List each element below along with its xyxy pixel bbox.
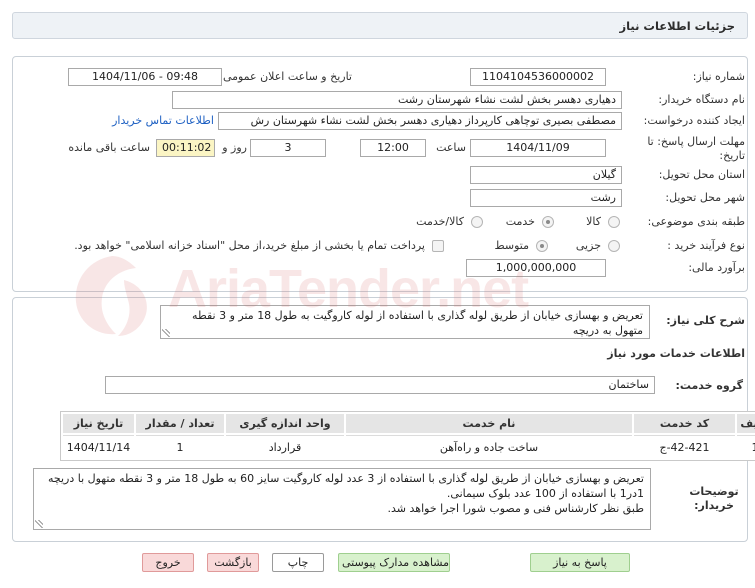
classification-option-goods[interactable]: کالا: [586, 215, 620, 228]
radio-minor-label: جزیی: [575, 239, 601, 252]
cell-date: 1404/11/14: [63, 435, 134, 458]
print-button[interactable]: چاپ: [272, 553, 324, 572]
radio-medium-label: متوسط: [494, 239, 529, 252]
need-number-label: شماره نیاز:: [692, 70, 745, 83]
remaining-time-field[interactable]: 00:11:02: [156, 139, 215, 157]
process-option-medium[interactable]: متوسط: [494, 239, 548, 252]
radio-goods-service-label: کالا/خدمت: [416, 215, 464, 228]
need-details-page: جزئیات اطلاعات نیاز شماره نیاز: 11041045…: [0, 0, 755, 588]
resize-grip[interactable]: [35, 520, 43, 528]
radio-service[interactable]: [542, 215, 554, 228]
page-title: جزئیات اطلاعات نیاز: [619, 19, 735, 33]
radio-medium[interactable]: [536, 239, 548, 252]
exit-button[interactable]: خروج: [142, 553, 194, 572]
back-button[interactable]: بازگشت: [207, 553, 259, 572]
summary-textarea[interactable]: تعریض و بهسازی خیابان از طریق لوله گذاری…: [160, 305, 650, 339]
cell-code: ج-42-421: [634, 435, 735, 458]
cell-name: ساخت جاده و راه‌آهن: [346, 435, 632, 458]
treasury-checkbox[interactable]: [432, 239, 444, 252]
remaining-days-field[interactable]: 3: [250, 139, 326, 157]
buyer-org-label: نام دستگاه خریدار:: [658, 93, 745, 106]
buyer-contact-link[interactable]: اطلاعات تماس خریدار: [112, 114, 214, 128]
col-header-unit: واحد اندازه گیری: [226, 414, 344, 433]
buyer-org-field[interactable]: دهیاری دهسر بخش لشت نشاء شهرستان رشت: [172, 91, 622, 109]
page-header: جزئیات اطلاعات نیاز: [12, 12, 748, 39]
summary-label: شرح کلی نیاز:: [666, 314, 745, 327]
services-table: ردیف کد خدمت نام خدمت واحد اندازه گیری ت…: [60, 411, 755, 461]
col-header-quantity: تعداد / مقدار: [136, 414, 224, 433]
services-section-title: اطلاعات خدمات مورد نیاز: [607, 347, 745, 360]
province-label: استان محل تحویل:: [658, 168, 745, 181]
classification-option-goods-service[interactable]: کالا/خدمت: [416, 215, 483, 228]
buyer-notes-label: توضیحات خریدار:: [689, 485, 739, 512]
estimate-label: برآورد مالی:: [688, 261, 745, 274]
radio-goods-label: کالا: [586, 215, 601, 228]
services-table-body: 1 ج-42-421 ساخت جاده و راه‌آهن قرارداد 1…: [63, 435, 755, 458]
table-header-row: ردیف کد خدمت نام خدمت واحد اندازه گیری ت…: [63, 414, 755, 433]
need-number-field[interactable]: 1104104536000002: [470, 68, 606, 86]
city-label: شهر محل تحویل:: [665, 191, 745, 204]
radio-service-label: خدمت: [505, 215, 535, 228]
respond-button[interactable]: پاسخ به نیاز: [530, 553, 630, 572]
table-row: 1 ج-42-421 ساخت جاده و راه‌آهن قرارداد 1…: [63, 435, 755, 458]
deadline-date-field[interactable]: 1404/11/09: [470, 139, 606, 157]
classification-option-service[interactable]: خدمت: [506, 215, 554, 228]
deadline-time-label: ساعت: [436, 141, 466, 154]
resize-grip[interactable]: [162, 329, 170, 337]
classification-label: طبقه بندی موضوعی:: [647, 215, 745, 228]
service-group-label: گروه خدمت:: [675, 379, 743, 392]
service-group-field[interactable]: ساختمان: [105, 376, 655, 394]
process-label: نوع فرآیند خرید :: [667, 239, 745, 252]
radio-goods[interactable]: [608, 215, 620, 228]
radio-minor[interactable]: [608, 239, 620, 252]
cell-unit: قرارداد: [226, 435, 344, 458]
estimate-field[interactable]: 1,000,000,000: [466, 259, 606, 277]
cell-code-text: ج-42-421: [659, 440, 710, 454]
col-header-index: ردیف: [737, 414, 755, 433]
buyer-notes-textarea[interactable]: تعریض و بهسازی خیابان از طریق لوله گذاری…: [33, 468, 651, 530]
services-table-head: ردیف کد خدمت نام خدمت واحد اندازه گیری ت…: [63, 414, 755, 433]
treasury-checkbox-label: پرداخت تمام یا بخشی از مبلغ خرید،از محل …: [74, 239, 425, 252]
cell-quantity: 1: [136, 435, 224, 458]
announce-datetime-label: تاریخ و ساعت اعلان عمومی:: [219, 70, 352, 83]
announce-datetime-field[interactable]: 1404/11/06 - 09:48: [68, 68, 222, 86]
view-attachments-button[interactable]: مشاهده مدارک پیوستی (1): [338, 553, 450, 572]
deadline-time-field[interactable]: 12:00: [360, 139, 426, 157]
buyer-notes-text: تعریض و بهسازی خیابان از طریق لوله گذاری…: [47, 472, 644, 515]
requester-label: ایجاد کننده درخواست:: [643, 114, 745, 127]
treasury-option[interactable]: پرداخت تمام یا بخشی از مبلغ خرید،از محل …: [74, 239, 444, 252]
requester-field[interactable]: مصطفی بصیری توچاهی کارپرداز دهیاری دهسر …: [218, 112, 622, 130]
remaining-time-label: ساعت باقی مانده: [68, 141, 150, 154]
province-field[interactable]: گیلان: [470, 166, 622, 184]
remaining-days-label: روز و: [222, 141, 247, 154]
col-header-date: تاریخ نیاز: [63, 414, 134, 433]
col-header-code: کد خدمت: [634, 414, 735, 433]
deadline-label: مهلت ارسال پاسخ: تا تاریخ:: [647, 135, 745, 162]
city-field[interactable]: رشت: [470, 189, 622, 207]
col-header-name: نام خدمت: [346, 414, 632, 433]
radio-goods-service[interactable]: [471, 215, 483, 228]
cell-index: 1: [737, 435, 755, 458]
process-option-minor[interactable]: جزیی: [576, 239, 620, 252]
summary-text: تعریض و بهسازی خیابان از طریق لوله گذاری…: [192, 309, 643, 337]
